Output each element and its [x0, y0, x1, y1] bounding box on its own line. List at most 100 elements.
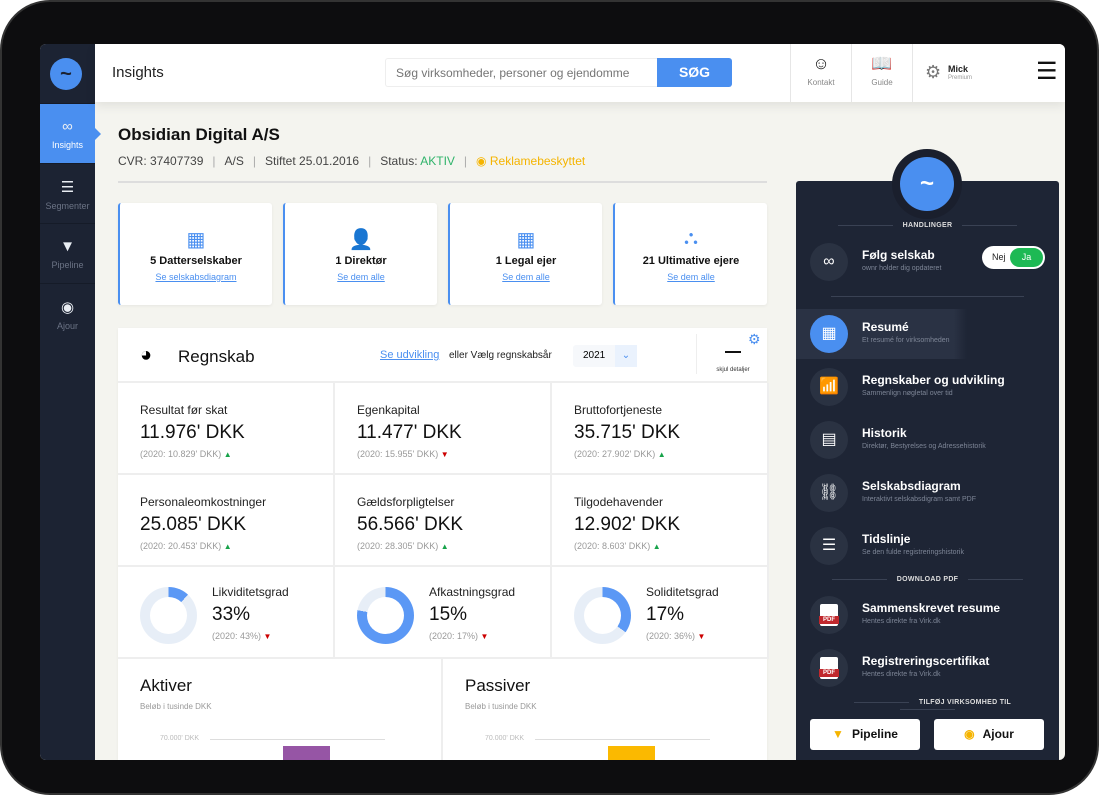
card-label: 21 Ultimative ejere	[642, 255, 740, 267]
download-subtitle: Hentes direkte fra Virk.dk	[862, 671, 941, 678]
document-icon: ▤	[810, 421, 848, 459]
trend-up-icon: ▲	[652, 542, 661, 551]
trend-down-icon: ▼	[697, 632, 706, 641]
metric-cell: Personaleomkostninger 25.085' DKK (2020: 2…	[118, 475, 335, 567]
nav-subtitle: Sammenlign nøgletal over tid	[862, 390, 953, 397]
trend-down-icon: ▼	[263, 632, 272, 641]
see-development-link[interactable]: Se udvikling	[380, 349, 439, 361]
ratio-value: 15%	[429, 604, 468, 625]
panel-nav-item[interactable]: ▦ Resumé Et resumé for virksomheden	[796, 309, 1059, 359]
pdf-download-item[interactable]: Registreringscertifikat Hentes direkte fr…	[796, 643, 1059, 693]
metric-previous: (2020: 15.955' DKK)	[357, 449, 439, 459]
building-people-icon: ▦	[516, 229, 536, 251]
nav-title: Regnskaber og udvikling	[862, 373, 1005, 387]
card-link[interactable]: Se dem alle	[285, 272, 437, 282]
ratio-cell: Soliditetsgrad 17% (2020: 36%) ▼	[552, 567, 769, 659]
nav-subtitle: Et resumé for virksomheden	[862, 337, 950, 344]
year-label: eller Vælg regnskabsår	[449, 350, 552, 361]
ajour-button[interactable]: ◉ Ajour	[934, 719, 1044, 750]
company-type: A/S	[224, 154, 244, 168]
cvr: CVR: 37407739	[118, 154, 204, 168]
guide-button[interactable]: 📖 Guide	[851, 44, 912, 102]
search-button[interactable]: SØG	[657, 58, 732, 87]
ratio-previous: (2020: 17%)	[429, 631, 479, 641]
year-value: 2021	[583, 350, 606, 361]
protected-badge: Reklamebeskyttet	[489, 154, 586, 168]
chart-title: Aktiver	[140, 676, 192, 695]
book-icon: 📖	[871, 54, 893, 73]
panel-nav-item[interactable]: ▤ Historik Direktør, Bestyrelses og Adress…	[796, 415, 1059, 465]
ratio-cell: Afkastningsgrad 15% (2020: 17%) ▼	[335, 567, 552, 659]
pdf-icon	[810, 649, 848, 687]
guide-label: Guide	[871, 78, 893, 87]
donut-chart	[574, 587, 631, 644]
status-label: Status:	[380, 154, 418, 168]
ajour-label: Ajour	[982, 727, 1014, 741]
regnskab-title: Regnskab	[178, 347, 255, 366]
sidebar: ~ ∞ Insights ☰ Segmenter ▼ Pipeline ◉ Ajour	[40, 44, 101, 760]
follow-company: ∞ Følg selskab ownr holder dig opdateret…	[796, 237, 1059, 287]
funnel-icon: ▼	[832, 727, 844, 741]
binoculars-icon: ∞	[810, 243, 848, 281]
donut-chart	[140, 587, 197, 644]
donut-chart	[357, 587, 414, 644]
ratio-previous: (2020: 36%)	[646, 631, 696, 641]
download-title: Sammenskrevet resume	[862, 601, 1001, 615]
nav-subtitle: Direktør, Bestyrelses og Adressehistorik	[862, 443, 986, 450]
status-badge: AKTIV	[420, 154, 455, 168]
eye-badge-icon: ◉	[60, 299, 75, 316]
year-select[interactable]: 2021 ⌄	[573, 345, 637, 367]
chart-title: Passiver	[465, 676, 531, 695]
metric-cell: Bruttofortjeneste 35.715' DKK (2020: 27.90…	[552, 383, 769, 475]
chart-subtitle: Beløb i tusinde DKK	[465, 702, 537, 711]
nav-title: Tidslinje	[862, 532, 911, 546]
nav-subtitle: Se den fulde registreringshistorik	[862, 549, 964, 556]
ratio-title: Afkastningsgrad	[429, 585, 516, 599]
user-menu[interactable]: ⚙ Mick Premium	[912, 44, 1032, 102]
follow-subtitle: ownr holder dig opdateret	[862, 265, 942, 272]
gridline	[535, 739, 710, 740]
card-link[interactable]: Se dem alle	[615, 272, 767, 282]
card-link[interactable]: Se dem alle	[450, 272, 602, 282]
sidebar-item-insights[interactable]: ∞ Insights	[40, 103, 101, 163]
card-link[interactable]: Se selskabsdiagram	[120, 272, 272, 282]
sidebar-item-pipeline[interactable]: ▼ Pipeline	[40, 223, 95, 283]
gear-icon[interactable]: ⚙	[748, 331, 761, 348]
gridline	[210, 739, 385, 740]
metric-title: Bruttofortjeneste	[574, 403, 663, 417]
card-ultimate-owners: ⛬ 21 Ultimative ejere Se dem alle	[613, 203, 767, 305]
hamburger-menu-icon[interactable]: ☰	[1036, 60, 1058, 84]
metric-value: 56.566' DKK	[357, 514, 464, 535]
divider	[696, 334, 697, 374]
metric-value: 11.976' DKK	[140, 422, 245, 443]
sidebar-item-label: Ajour	[56, 321, 78, 331]
follow-toggle[interactable]: Nej Ja	[982, 246, 1045, 269]
gear-icon: ⚙	[925, 62, 942, 82]
passiver-chart: Passiver Beløb i tusinde DKK 70.000' DKK	[443, 658, 767, 760]
divider	[118, 181, 767, 183]
sidebar-item-segmenter[interactable]: ☰ Segmenter	[40, 163, 95, 223]
sidebar-item-ajour[interactable]: ◉ Ajour	[40, 283, 95, 343]
divider	[831, 296, 1024, 297]
panel-nav-item[interactable]: ⛓ Selskabsdiagram Interaktivt selskabsdigr…	[796, 468, 1059, 518]
metric-title: Egenkapital	[357, 403, 420, 417]
toggle-off-label: Nej	[992, 252, 1006, 262]
chart-bar	[608, 746, 655, 760]
contact-button[interactable]: ☺ Kontakt	[790, 44, 851, 102]
metric-previous: (2020: 8.603' DKK)	[574, 541, 651, 551]
pipeline-button[interactable]: ▼ Pipeline	[810, 719, 920, 750]
metric-previous: (2020: 28.305' DKK)	[357, 541, 439, 551]
pipeline-label: Pipeline	[851, 727, 898, 741]
search-input[interactable]	[385, 58, 657, 87]
panel-nav-item[interactable]: ☰ Tidslinje Se den fulde registreringshist…	[796, 521, 1059, 571]
building-icon: ▦	[186, 229, 206, 251]
minus-icon	[725, 351, 741, 353]
app-logo[interactable]: ~	[50, 58, 82, 90]
ratio-title: Soliditetsgrad	[646, 585, 719, 599]
trend-up-icon: ▲	[657, 450, 666, 459]
nav-title: Resumé	[862, 320, 909, 334]
metric-cell: Resultat før skat 11.976' DKK (2020: 10.82…	[118, 383, 335, 475]
metric-cell: Gældsforpligtelser 56.566' DKK (2020: 28.3…	[335, 475, 552, 567]
pdf-download-item[interactable]: Sammenskrevet resume Hentes direkte fra V…	[796, 590, 1059, 640]
panel-nav-item[interactable]: 📶 Regnskaber og udvikling Sammenlign nøgle…	[796, 362, 1059, 412]
